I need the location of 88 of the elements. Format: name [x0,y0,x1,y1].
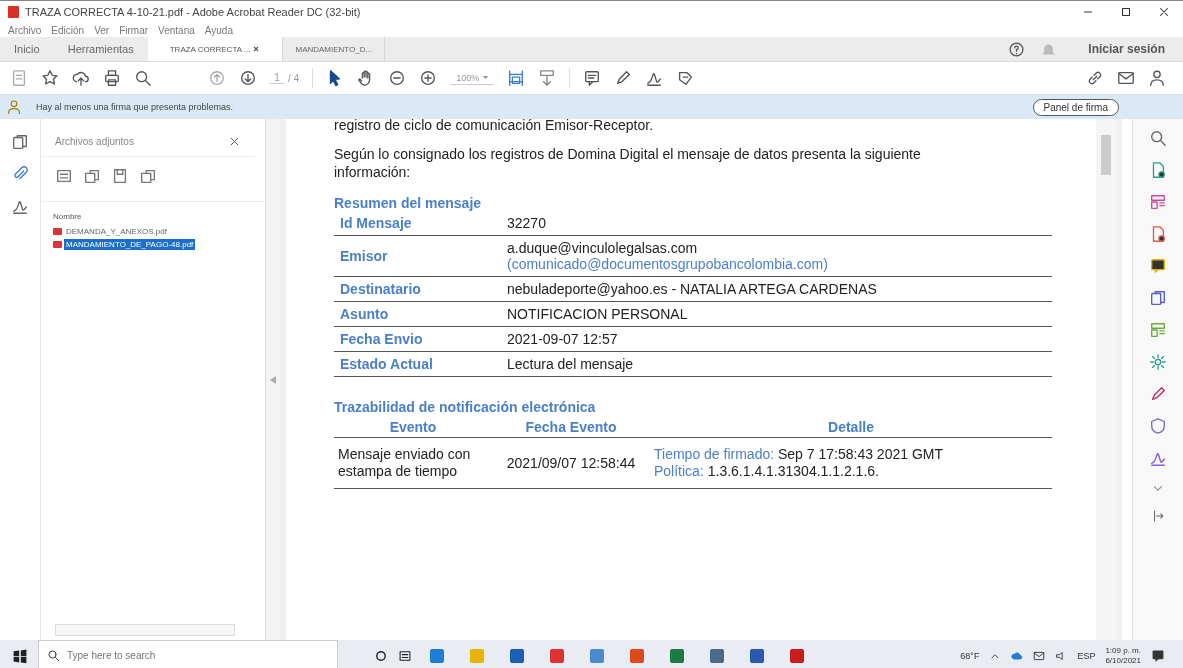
field-value: Lectura del mensaje [501,351,1052,377]
zoom-in-icon[interactable] [419,69,438,87]
page-total: / 4 [288,72,300,84]
upload-icon[interactable] [72,69,90,87]
collapse-handle[interactable] [270,375,276,384]
table-cell: Tiempo de firmado: Sep 7 17:58:43 2021 GMT Política: 1.3.6.1.4.1.31304.1.1.2.1.6. [650,437,1052,489]
share-link-icon[interactable] [1086,69,1104,87]
field-label: Asunto [334,301,501,327]
column-header: Detalle [650,417,1052,438]
search-icon[interactable] [134,69,152,87]
fill-sign-icon[interactable] [1149,385,1167,403]
field-value: 32270 [501,211,1052,236]
close-icon[interactable] [1157,5,1171,19]
field-label: Destinatario [334,276,501,302]
file-item[interactable]: DEMANDA_Y_ANEXOS.pdf [41,225,265,238]
page-field[interactable]: 1 [270,72,284,84]
field-label: Estado Actual [334,351,501,377]
sign-in-button[interactable]: Iniciar sesión [1082,41,1171,57]
column-header: Evento [334,417,492,438]
next-page-icon[interactable] [239,69,257,87]
close-icon[interactable] [252,45,261,53]
field-label: Id Mensaje [334,211,501,236]
tab[interactable]: Inicio [0,37,54,61]
start-icon[interactable] [12,647,28,664]
add-user-icon[interactable] [1148,69,1166,87]
paragraph: registro de ciclo de comunicación Emisor-Receptor. [334,119,655,133]
field-label: Fecha Envio [334,326,501,352]
options-icon[interactable] [55,167,73,185]
close-icon[interactable] [228,135,241,148]
add-file-icon[interactable] [83,167,101,185]
menu-item[interactable]: Ayuda [204,24,233,36]
weather-text[interactable]: 68°F [960,650,980,661]
field-value: 2021-09-07 12:57 [501,326,1052,352]
field-value: a.duque@vinculolegalsas.com (comunicado@documentosgrupobancolombia.com) [501,235,1052,277]
scroll-mode-icon[interactable] [538,69,557,87]
menu-item[interactable]: Ver [94,24,110,36]
field-value: NOTIFICACION PERSONAL [501,301,1052,327]
zoom-icon[interactable] [1149,129,1167,147]
window-title: TRAZA CORRECTA 4-10-21.pdf - Adobe Acrobat Reader DC (32-bit) [25,6,362,18]
pen-icon[interactable] [614,69,633,87]
table-cell: Mensaje enviado con estampa de tiempo [334,437,492,489]
help-icon[interactable] [1008,40,1026,58]
layout-icon[interactable] [1149,193,1167,211]
file-item[interactable]: MANDAMIENTO_DE_PAGO-48.pdf [41,238,265,251]
paragraph: Según lo consignado los registros de Domina Digital el mensaje de datos presenta la siguiente información: [334,145,922,181]
field-value: nebuladeporte@yahoo.es - NATALIA ARTEGA CARDENAS [501,276,1052,302]
cloud-icon[interactable] [1011,649,1024,662]
tab[interactable]: TRAZA CORRECTA ... [147,37,284,61]
tab[interactable]: Herramientas [53,37,148,61]
save-icon[interactable] [111,167,129,185]
language-indicator[interactable]: ESP [1077,650,1096,661]
column-header: Fecha Evento [492,417,650,438]
comment-icon[interactable] [583,69,602,87]
pages-icon[interactable] [11,133,29,151]
search-file-icon[interactable] [139,167,157,185]
notifications-icon[interactable] [1151,648,1165,663]
section-heading: Trazabilidad de notificación electrónica [334,399,597,415]
notification-text: Hay al menos una firma que presenta problemas. [36,102,235,112]
combine-icon[interactable] [1149,289,1167,307]
comment-icon[interactable] [1149,257,1167,275]
clock[interactable]: 1:09 p. m. 6/10/2021 [1105,645,1141,666]
scrollbar[interactable] [55,624,235,636]
signature-panel-button[interactable]: Panel de firma [1032,98,1119,116]
menu-item[interactable]: Firmar [119,24,149,36]
section-heading: Resumen del mensaje [334,195,483,211]
menu-item[interactable]: Archivo [8,24,42,36]
scrollbar[interactable] [1096,119,1116,640]
table-cell: 2021/09/07 12:58:44 [492,437,650,489]
maximize-icon[interactable] [1119,5,1133,19]
task-view-icon[interactable] [398,648,412,663]
zoom-out-icon[interactable] [388,69,407,87]
field-label: Emisor [334,235,501,277]
star-icon[interactable] [41,69,59,87]
column-header[interactable]: Nombre [41,201,265,225]
network-icon[interactable] [1033,649,1046,662]
organize-icon[interactable] [1149,321,1167,339]
search-field[interactable]: Type here to search [38,640,338,668]
search-icon [47,649,60,662]
stamp-icon[interactable] [676,69,695,87]
tab[interactable]: MANDAMIENTO_D... [283,37,386,61]
zoom-dropdown[interactable]: 100% [450,71,495,85]
print-icon[interactable] [103,69,121,87]
panel-title: Archivos adjuntos [55,136,134,147]
menu-item[interactable]: Edición [51,24,85,36]
menu-item[interactable]: Ventana [158,24,195,36]
caret-icon [481,73,489,81]
fit-page-icon[interactable] [507,69,526,87]
collapse-icon[interactable] [1151,509,1165,523]
